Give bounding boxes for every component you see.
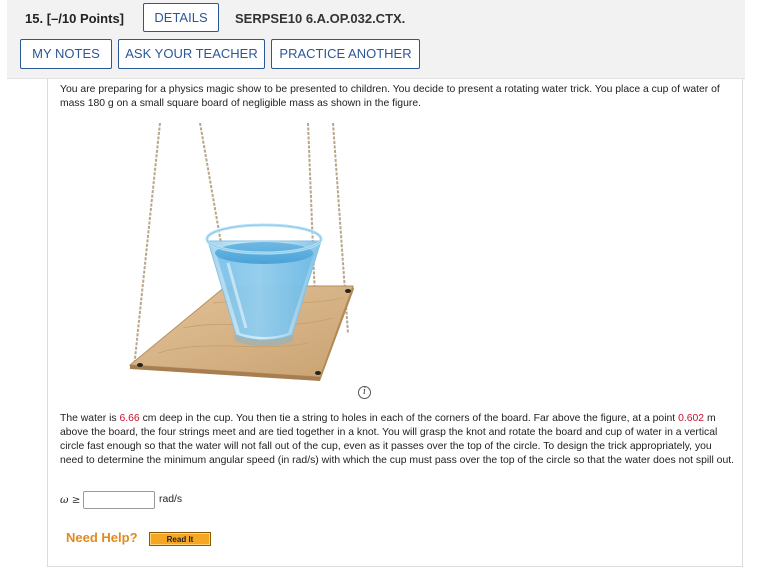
details-button[interactable]: DETAILS	[143, 3, 219, 32]
height-value: 0.602	[678, 413, 705, 424]
practice-another-button[interactable]: PRACTICE ANOTHER	[271, 39, 420, 69]
problem-body-text: The water is 6.66 cm deep in the cup. Yo…	[60, 413, 735, 466]
problem-intro-text: You are preparing for a physics magic sh…	[60, 84, 720, 109]
unit-label: rad/s	[159, 494, 183, 505]
my-notes-button[interactable]: MY NOTES	[20, 39, 112, 69]
question-header: 15. [–/10 Points] DETAILS SERPSE10 6.A.O…	[7, 0, 745, 79]
cup-on-board-figure	[128, 123, 354, 381]
question-content: You are preparing for a physics magic sh…	[47, 78, 743, 567]
read-it-button[interactable]: Read It	[149, 532, 211, 546]
omega-symbol: ω ≥	[60, 494, 81, 506]
info-icon[interactable]: i	[358, 386, 371, 399]
question-code: SERPSE10 6.A.OP.032.CTX.	[235, 11, 406, 26]
question-number-and-points: 15. [–/10 Points]	[25, 11, 124, 26]
ask-your-teacher-button[interactable]: ASK YOUR TEACHER	[118, 39, 265, 69]
depth-value: 6.66	[119, 413, 140, 424]
angular-speed-input[interactable]	[83, 491, 155, 509]
need-help-label: Need Help?	[66, 530, 138, 545]
